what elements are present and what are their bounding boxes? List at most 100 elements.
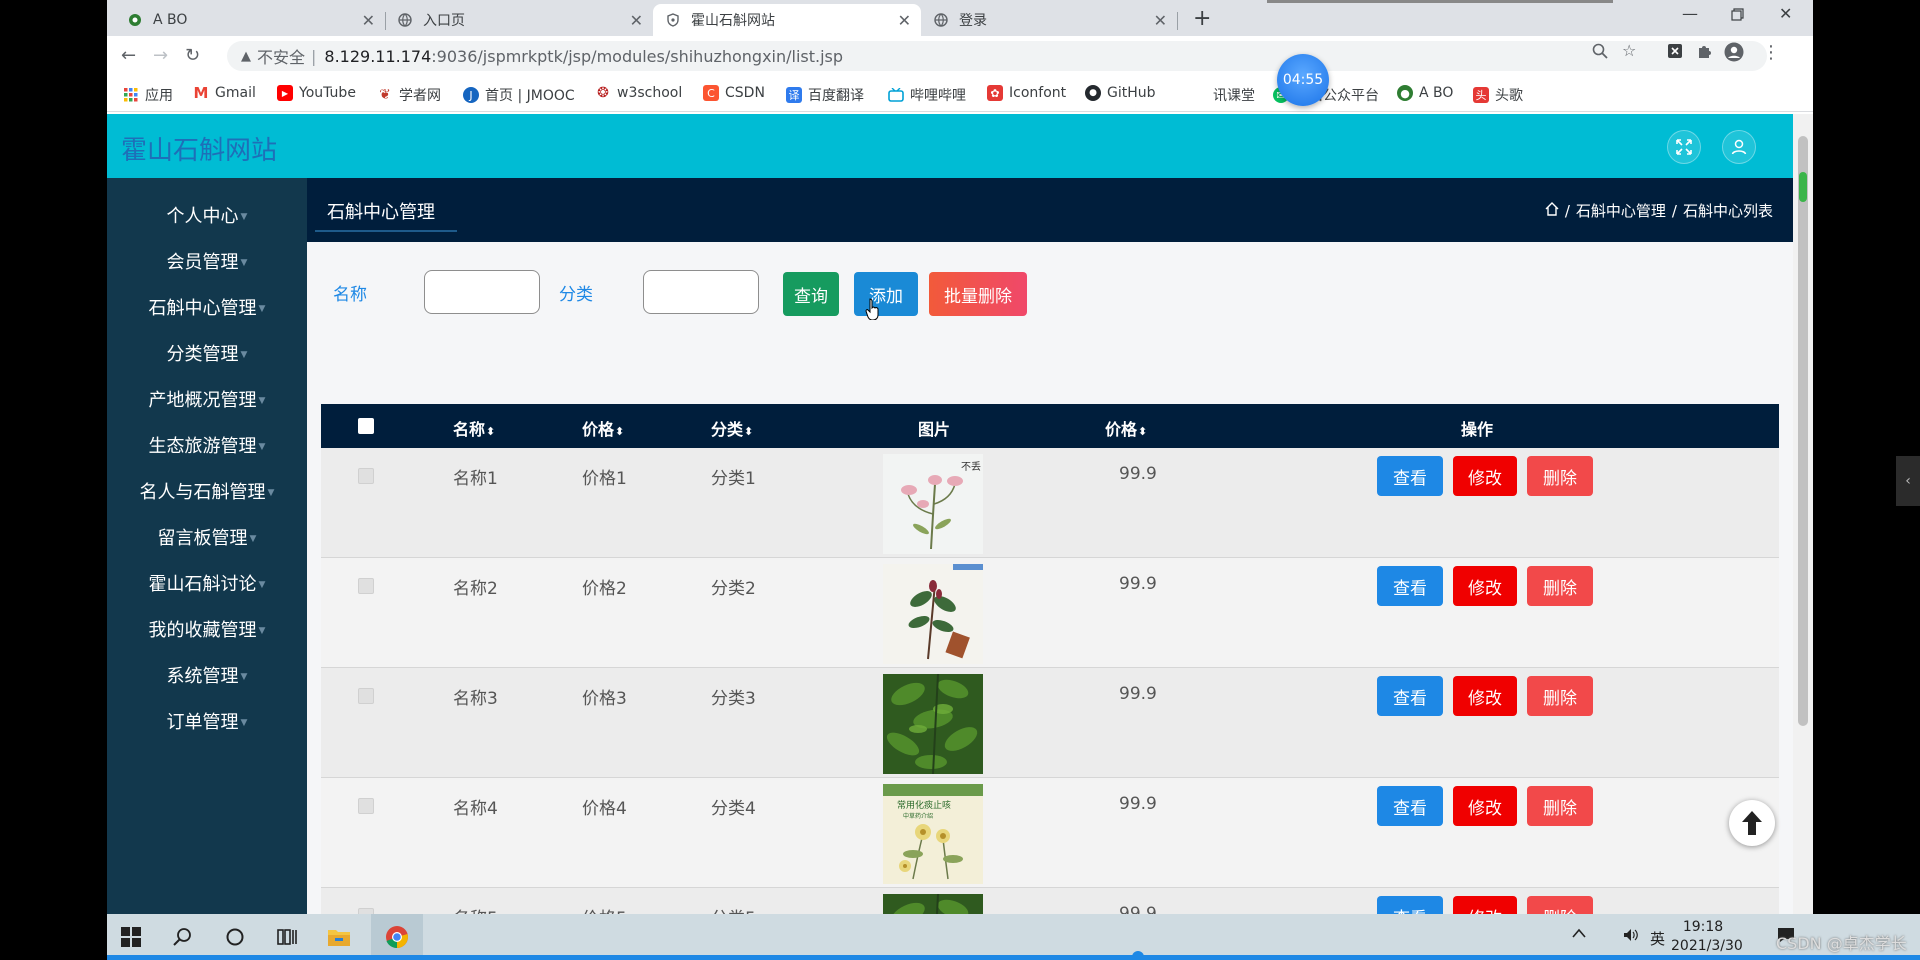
row-checkbox[interactable] xyxy=(358,578,374,594)
sidebar-item-origin-overview[interactable]: 产地概况管理 ▼ xyxy=(107,386,307,412)
sidebar-item-system[interactable]: 系统管理 ▼ xyxy=(107,662,307,688)
table-header: 名称⬍ 价格⬍ 分类⬍ 图片 价格⬍ 操作 xyxy=(321,404,1779,448)
bookmark-bilibili[interactable]: 哔哩哔哩 xyxy=(888,85,966,105)
view-button[interactable]: 查看 xyxy=(1377,456,1443,496)
bookmark-scholar[interactable]: ❦ 学者网 xyxy=(377,85,441,105)
scrollbar-thumb[interactable] xyxy=(1798,136,1808,726)
address-bar[interactable]: ▲ 不安全 | 8.129.11.174 :9036/jspmrkptk/jsp… xyxy=(227,41,1767,71)
home-icon[interactable] xyxy=(1545,201,1559,220)
select-all-checkbox[interactable] xyxy=(358,418,374,434)
ime-indicator[interactable]: 英 xyxy=(1650,928,1665,949)
forward-arrow-icon[interactable]: → xyxy=(153,45,168,66)
bookmark-csdn[interactable]: C CSDN xyxy=(703,85,765,101)
file-explorer-icon[interactable] xyxy=(325,923,353,951)
taskbar-clock[interactable]: 19:18 2021/3/30 xyxy=(1671,918,1743,956)
query-button[interactable]: 查询 xyxy=(783,272,839,316)
volume-icon[interactable] xyxy=(1623,928,1639,946)
name-input[interactable] xyxy=(424,270,540,314)
batch-delete-button[interactable]: 批量删除 xyxy=(929,272,1027,316)
sidebar-item-discussion[interactable]: 霍山石斛讨论 ▼ xyxy=(107,570,307,596)
browser-tab-login[interactable]: 登录 ✕ xyxy=(921,4,1178,36)
delete-button[interactable]: 删除 xyxy=(1527,566,1593,606)
close-icon[interactable]: ✕ xyxy=(362,11,375,30)
translate-icon: 译 xyxy=(786,87,802,103)
row-checkbox[interactable] xyxy=(358,468,374,484)
bookmark-apps[interactable]: 应用 xyxy=(123,85,173,105)
cortana-circle-icon[interactable] xyxy=(221,923,249,951)
category-input[interactable] xyxy=(643,270,759,314)
tray-chevron-up-icon[interactable] xyxy=(1572,926,1586,942)
bookmark-jmooc[interactable]: J 首页 | JMOOC xyxy=(463,85,575,105)
bookmark-touge[interactable]: 头 头歌 xyxy=(1473,85,1523,105)
header-category[interactable]: 分类⬍ xyxy=(711,416,753,440)
sidebar-item-dendrobium-center[interactable]: 石斛中心管理 ▼ xyxy=(107,294,307,320)
windows-start-icon[interactable] xyxy=(117,923,145,951)
view-button[interactable]: 查看 xyxy=(1377,676,1443,716)
bookmark-iconfont[interactable]: ✿ Iconfont xyxy=(987,85,1066,101)
sidebar-item-personal-center[interactable]: 个人中心 ▼ xyxy=(107,202,307,228)
bookmark-github[interactable]: ● GitHub xyxy=(1085,85,1156,101)
back-to-top-button[interactable] xyxy=(1729,800,1775,846)
zoom-icon[interactable] xyxy=(1592,43,1608,63)
browser-tab-site[interactable]: 霍山石斛网站 ✕ xyxy=(653,4,921,36)
edit-button[interactable]: 修改 xyxy=(1453,566,1517,606)
bookmark-youtube[interactable]: ▶ YouTube xyxy=(277,85,356,101)
bookmark-gmail[interactable]: M Gmail xyxy=(193,84,256,102)
sidebar-item-eco-tourism[interactable]: 生态旅游管理 ▼ xyxy=(107,432,307,458)
view-button[interactable]: 查看 xyxy=(1377,566,1443,606)
puzzle-icon[interactable] xyxy=(1697,43,1713,63)
delete-button[interactable]: 删除 xyxy=(1527,676,1593,716)
sidebar-item-message-board[interactable]: 留言板管理 ▼ xyxy=(107,524,307,550)
view-button[interactable]: 查看 xyxy=(1377,786,1443,826)
back-arrow-icon[interactable]: ← xyxy=(121,45,136,66)
bookmark-baidu-translate[interactable]: 译 百度翻译 xyxy=(786,85,864,105)
fullscreen-icon[interactable] xyxy=(1667,130,1701,164)
edit-button[interactable]: 修改 xyxy=(1453,786,1517,826)
sidebar-item-celebrities[interactable]: 名人与石斛管理 ▼ xyxy=(107,478,307,504)
edit-button[interactable]: 修改 xyxy=(1453,676,1517,716)
close-icon[interactable]: ✕ xyxy=(898,11,911,30)
sidebar-item-categories[interactable]: 分类管理 ▼ xyxy=(107,340,307,366)
header-price-2[interactable]: 价格⬍ xyxy=(1105,416,1147,440)
new-tab-plus-icon[interactable]: + xyxy=(1193,6,1211,31)
search-icon[interactable] xyxy=(169,923,197,951)
view-button[interactable]: 查看 xyxy=(1377,896,1443,914)
bookmark-tencent-class[interactable]: 讯课堂 xyxy=(1213,85,1255,105)
close-icon[interactable]: ✕ xyxy=(630,11,643,30)
browser-tab-entry[interactable]: 入口页 ✕ xyxy=(385,4,653,36)
delete-button[interactable]: 删除 xyxy=(1527,456,1593,496)
extension-x-icon[interactable] xyxy=(1667,43,1683,63)
user-icon[interactable] xyxy=(1722,130,1756,164)
reload-icon[interactable]: ↻ xyxy=(185,45,200,66)
recording-timer[interactable]: 04:55 xyxy=(1277,54,1329,106)
bookmark-abo[interactable]: ● A BO xyxy=(1397,85,1453,101)
header-name[interactable]: 名称⬍ xyxy=(453,416,495,440)
w3school-icon: ❂ xyxy=(597,85,609,101)
window-close-icon[interactable]: ✕ xyxy=(1779,4,1792,23)
sidebar-item-members[interactable]: 会员管理 ▼ xyxy=(107,248,307,274)
sidebar-item-orders[interactable]: 订单管理 ▼ xyxy=(107,708,307,734)
star-icon[interactable]: ☆ xyxy=(1622,41,1636,60)
sidebar-item-favorites[interactable]: 我的收藏管理 ▼ xyxy=(107,616,307,642)
row-checkbox[interactable] xyxy=(358,798,374,814)
restore-icon[interactable] xyxy=(1731,6,1744,25)
chrome-icon[interactable] xyxy=(383,923,411,951)
breadcrumb-level1[interactable]: 石斛中心管理 xyxy=(1576,200,1666,221)
edit-button[interactable]: 修改 xyxy=(1453,456,1517,496)
close-icon[interactable]: ✕ xyxy=(1154,11,1167,30)
add-button[interactable]: 添加 xyxy=(854,272,918,316)
minimize-icon[interactable]: — xyxy=(1682,4,1698,23)
header-price[interactable]: 价格⬍ xyxy=(582,416,624,440)
profile-avatar-icon[interactable] xyxy=(1724,42,1744,66)
side-collapse-chevron-icon[interactable]: ‹ xyxy=(1896,456,1920,506)
edit-button[interactable]: 修改 xyxy=(1453,896,1517,914)
kebab-menu-icon[interactable]: ⋮ xyxy=(1762,42,1780,63)
task-view-icon[interactable] xyxy=(273,923,301,951)
row-checkbox[interactable] xyxy=(358,688,374,704)
progress-knob[interactable] xyxy=(1132,951,1144,960)
page-scrollbar[interactable] xyxy=(1793,114,1813,914)
browser-tab-abo[interactable]: A BO ✕ xyxy=(115,4,386,36)
delete-button[interactable]: 删除 xyxy=(1527,786,1593,826)
bookmark-w3school[interactable]: ❂ w3school xyxy=(595,85,682,101)
delete-button[interactable]: 删除 xyxy=(1527,896,1593,914)
